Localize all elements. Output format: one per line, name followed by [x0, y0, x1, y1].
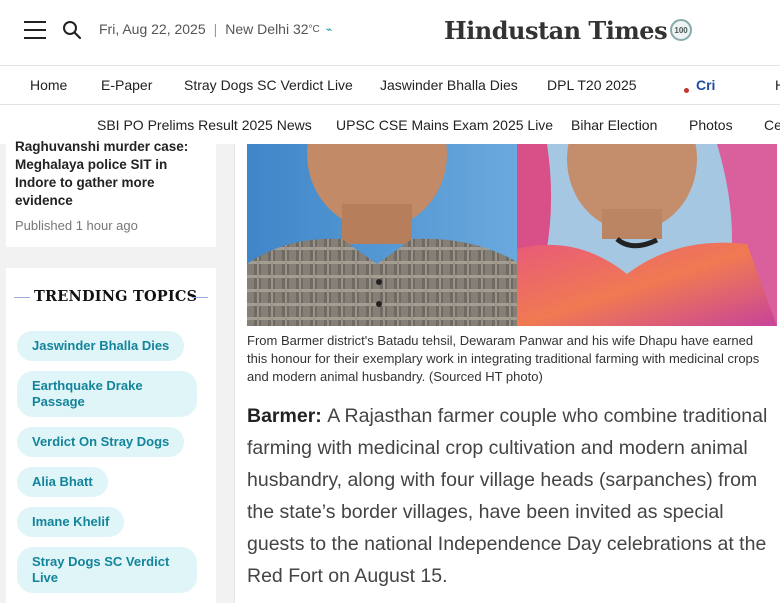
article-main: From Barmer district's Batadu tehsil, De…	[234, 144, 780, 603]
trending-topic-chip[interactable]: Stray Dogs SC Verdict Live	[17, 547, 197, 593]
weather-icon: ⌁	[325, 23, 333, 36]
search-icon[interactable]	[62, 20, 82, 40]
trending-topics-title: TRENDING TOPICS	[34, 288, 198, 305]
trending-topic-chip[interactable]: Jaswinder Bhalla Dies	[17, 331, 185, 361]
primary-nav: Home E-Paper Stray Dogs SC Verdict Live …	[0, 67, 780, 105]
photo-man-neck	[342, 204, 412, 244]
nav-item-overflow[interactable]: H	[775, 77, 780, 93]
trending-topics-card: TRENDING TOPICS Jaswinder Bhalla Dies Ea…	[6, 268, 216, 603]
article-paragraph: A Rajasthan farmer couple who combine tr…	[247, 405, 768, 587]
nav-item-upsc-cse[interactable]: UPSC CSE Mains Exam 2025 Live	[336, 117, 553, 133]
trending-topic-chip[interactable]: Alia Bhatt	[17, 467, 108, 497]
article-photo[interactable]	[247, 144, 777, 326]
header-rule-right	[192, 297, 208, 298]
nav-item-stray-dogs-verdict[interactable]: Stray Dogs SC Verdict Live	[184, 77, 353, 93]
trending-topic-chip[interactable]: Imane Khelif	[17, 507, 125, 537]
nav-item-jaswinder-bhalla[interactable]: Jaswinder Bhalla Dies	[380, 77, 518, 93]
article-body: Barmer: A Rajasthan farmer couple who co…	[247, 400, 779, 592]
hamburger-menu-icon[interactable]	[24, 21, 46, 39]
photo-shirt-button	[376, 301, 382, 307]
date-separator: |	[213, 21, 218, 37]
trending-topic-chip[interactable]: Verdict On Stray Dogs	[17, 427, 185, 457]
article-dateline: Barmer:	[247, 405, 328, 427]
sidebar-story-card[interactable]: Raghuvanshi murder case: Meghalaya polic…	[6, 139, 216, 247]
nav-item-photos[interactable]: Photos	[689, 117, 733, 133]
nav-item-sbi-po[interactable]: SBI PO Prelims Result 2025 News	[97, 117, 312, 133]
sidebar-story-title[interactable]: Raghuvanshi murder case: Meghalaya polic…	[15, 138, 210, 210]
logo-text: Hindustan Times	[444, 15, 668, 45]
photo-shirt-button	[376, 279, 382, 285]
nav-item-bihar-election[interactable]: Bihar Election	[571, 117, 657, 133]
live-dot-icon	[684, 88, 689, 93]
city-temperature: New Delhi 32	[225, 21, 309, 37]
photo-caption: From Barmer district's Batadu tehsil, De…	[247, 333, 760, 384]
site-header: Fri, Aug 22, 2025 | New Delhi 32 °C ⌁ Hin…	[0, 0, 780, 66]
nav-item-home[interactable]: Home	[30, 77, 67, 93]
dateline: Fri, Aug 22, 2025 | New Delhi 32 °C ⌁	[99, 21, 332, 37]
temperature-unit: °C	[308, 23, 320, 35]
sidebar: Raghuvanshi murder case: Meghalaya polic…	[0, 139, 234, 603]
nav-item-overflow-2[interactable]: Ce	[764, 117, 780, 133]
site-logo[interactable]: Hindustan Times 100	[444, 14, 693, 46]
nav-item-epaper[interactable]: E-Paper	[101, 77, 152, 93]
nav-item-cricket[interactable]: Cri	[696, 77, 715, 93]
logo-100-badge: 100	[670, 19, 693, 41]
trending-topics-header: TRENDING TOPICS	[6, 288, 216, 308]
sidebar-story-published: Published 1 hour ago	[15, 218, 138, 233]
trending-topic-chip[interactable]: Earthquake Drake Passage	[17, 371, 197, 417]
current-date: Fri, Aug 22, 2025	[99, 21, 206, 37]
nav-item-dpl-t20[interactable]: DPL T20 2025	[547, 77, 637, 93]
photo-woman-neck	[602, 209, 662, 239]
header-rule-left	[14, 297, 30, 298]
